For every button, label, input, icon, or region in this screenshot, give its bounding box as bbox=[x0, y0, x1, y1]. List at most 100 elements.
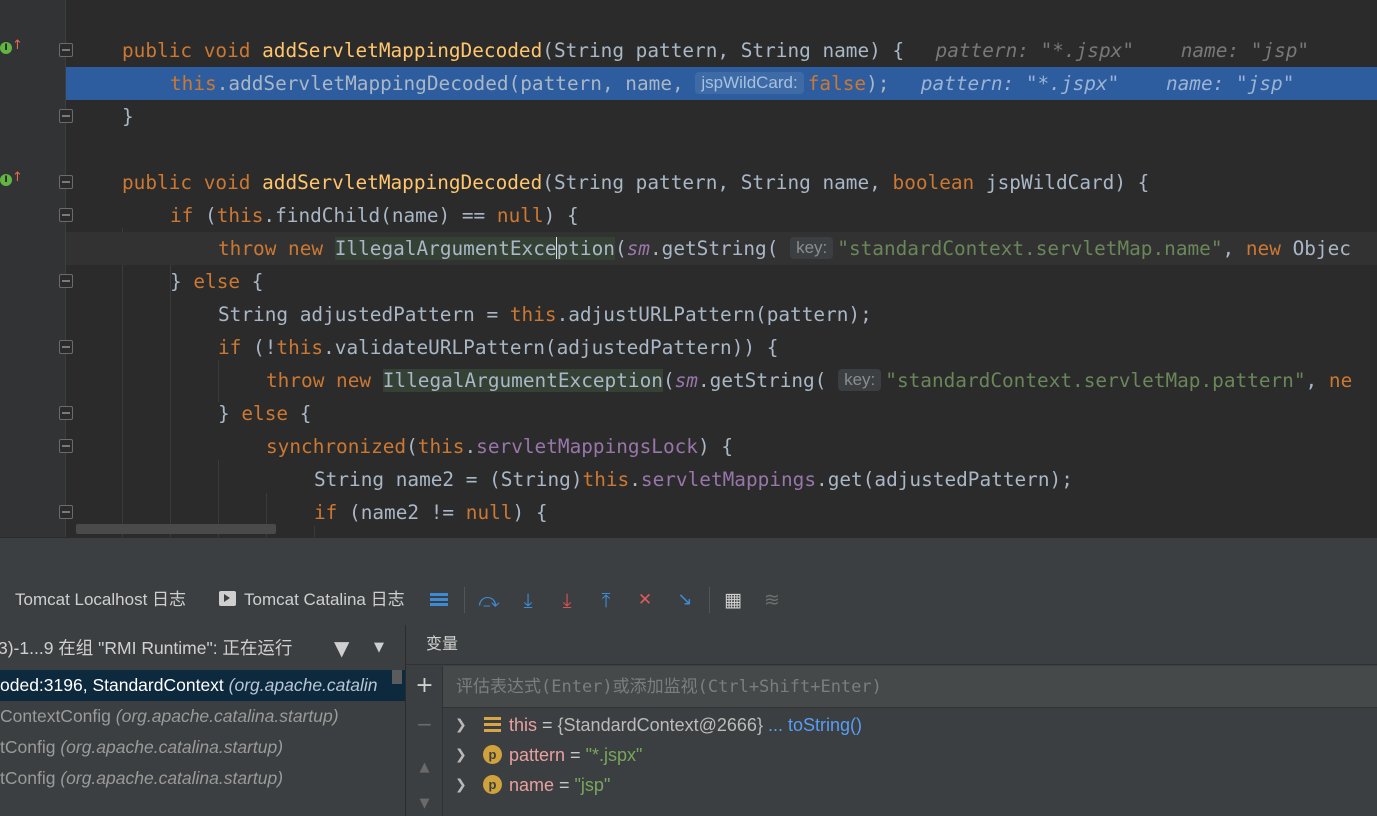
code-token: jspWildCard) { bbox=[985, 171, 1150, 194]
fold-marker-icon[interactable] bbox=[59, 109, 73, 123]
variable-eq: = bbox=[565, 745, 586, 765]
code-token: (! bbox=[253, 336, 277, 359]
variable-row[interactable]: ❯ this = {StandardContext@2666} ... toSt… bbox=[443, 710, 1377, 740]
inline-debug-value: pattern: "*.jspx" name: "jsp" bbox=[909, 72, 1295, 95]
remove-watch-icon[interactable]: − bbox=[406, 706, 443, 742]
code-token: ) { bbox=[543, 204, 579, 227]
code-line[interactable]: this.addServletMappingDecoded(pattern, n… bbox=[66, 67, 1377, 100]
evaluate-expression-icon[interactable]: ▦ bbox=[718, 585, 748, 615]
variable-name: pattern bbox=[509, 745, 566, 765]
chevron-right-icon[interactable]: ❯ bbox=[455, 770, 467, 800]
code-line[interactable] bbox=[0, 133, 1377, 166]
variable-name: this bbox=[509, 715, 538, 735]
thread-selector[interactable]: 3)-1...9 在组 "RMI Runtime": 正在运行 ▼ ▼ bbox=[0, 626, 405, 670]
variable-value: "*.jspx" bbox=[585, 745, 643, 765]
step-out-icon[interactable]: ⤒ bbox=[591, 585, 621, 615]
evaluate-expression-input[interactable] bbox=[443, 666, 1377, 708]
code-line[interactable]: } bbox=[0, 100, 1377, 133]
fields-icon bbox=[483, 715, 502, 734]
fold-marker-icon[interactable] bbox=[59, 208, 73, 222]
code-line[interactable]: String adjustedPattern = this.adjustURLP… bbox=[0, 298, 1377, 331]
code-editor[interactable]: public void addServletMappingDecoded(Str… bbox=[0, 0, 1377, 537]
stack-frame[interactable]: tConfig (org.apache.catalina.startup) bbox=[0, 732, 405, 763]
frames-scrollbar[interactable] bbox=[392, 670, 402, 684]
fold-marker-icon[interactable] bbox=[59, 406, 73, 420]
code-token: } bbox=[170, 270, 194, 293]
tab-tomcat-catalina-log[interactable]: Tomcat Catalina 日志 bbox=[219, 577, 405, 623]
drop-frame-icon[interactable]: ✕ bbox=[630, 585, 660, 615]
add-watch-icon[interactable]: + bbox=[406, 666, 443, 706]
variables-title: 变量 bbox=[426, 636, 459, 653]
tostring-link[interactable]: ... toString() bbox=[763, 715, 862, 735]
code-token: .validateURLPattern(adjustedPattern)) { bbox=[323, 336, 779, 359]
code-line[interactable]: String name2 = (String)this.servletMappi… bbox=[0, 463, 1377, 496]
code-token: ption bbox=[556, 237, 615, 260]
code-token: else bbox=[241, 402, 300, 425]
debug-tab-bar: Tomcat Localhost 日志 Tomcat Catalina 日志 ⤼… bbox=[0, 577, 1377, 623]
run-to-cursor-icon[interactable]: ↘ bbox=[670, 585, 700, 615]
chevron-down-icon[interactable]: ▼ bbox=[374, 626, 384, 670]
code-line[interactable]: } else { bbox=[0, 397, 1377, 430]
thread-label: 3)-1...9 在组 "RMI Runtime": 正在运行 bbox=[0, 638, 293, 658]
code-token: this bbox=[417, 435, 465, 458]
code-token: null bbox=[465, 501, 513, 524]
code-token: .adjustURLPattern(pattern); bbox=[556, 303, 872, 326]
code-token: ) { bbox=[512, 501, 548, 524]
parameter-hint: key: bbox=[790, 237, 834, 259]
code-token: String adjustedPattern = bbox=[218, 303, 510, 326]
code-token: "standardContext.servletMap.pattern" bbox=[885, 369, 1306, 392]
fold-marker-icon[interactable] bbox=[59, 439, 73, 453]
code-token: false bbox=[807, 72, 867, 95]
tab-label: Tomcat Localhost 日志 bbox=[15, 590, 187, 609]
code-token: if bbox=[314, 501, 350, 524]
code-token: String name2 = (String) bbox=[314, 468, 583, 491]
toolbar-separator bbox=[709, 587, 710, 613]
evaluate-expression-bar bbox=[443, 666, 1377, 708]
force-step-into-icon[interactable]: ⤓ bbox=[552, 585, 582, 615]
stack-frame[interactable]: tConfig (org.apache.catalina.startup) bbox=[0, 763, 405, 794]
show-execution-point-icon[interactable] bbox=[424, 585, 454, 615]
code-token: public void bbox=[122, 39, 263, 62]
code-token: . bbox=[629, 468, 641, 491]
debug-tool-window: Tomcat Localhost 日志 Tomcat Catalina 日志 ⤼… bbox=[0, 537, 1377, 816]
code-token: public void bbox=[122, 171, 263, 194]
fold-marker-icon[interactable] bbox=[59, 175, 73, 189]
horizontal-scrollbar[interactable] bbox=[76, 524, 276, 534]
chevron-right-icon[interactable]: ❯ bbox=[455, 740, 467, 770]
step-into-icon[interactable]: ⤓ bbox=[513, 585, 543, 615]
fold-marker-icon[interactable] bbox=[59, 43, 73, 57]
code-line[interactable]: } else { bbox=[0, 265, 1377, 298]
move-up-icon[interactable]: ▲ bbox=[406, 750, 443, 786]
code-line[interactable]: if (this.findChild(name) == null) { bbox=[0, 199, 1377, 232]
fold-marker-icon[interactable] bbox=[59, 340, 73, 354]
code-token: if bbox=[218, 336, 254, 359]
step-over-icon[interactable]: ⤼ bbox=[474, 585, 504, 615]
code-line[interactable]: if (!this.validateURLPattern(adjustedPat… bbox=[0, 331, 1377, 364]
code-token: null bbox=[496, 204, 544, 227]
frames-panel: 3)-1...9 在组 "RMI Runtime": 正在运行 ▼ ▼ oded… bbox=[0, 626, 405, 816]
trace-stream-icon[interactable]: ≋ bbox=[757, 585, 787, 615]
inline-debug-value: pattern: "*.jspx" name: "jsp" bbox=[935, 39, 1310, 62]
frame-method: tConfig bbox=[0, 737, 61, 757]
fold-marker-icon[interactable] bbox=[59, 505, 73, 519]
fold-marker-icon[interactable] bbox=[59, 274, 73, 288]
filter-icon[interactable]: ▼ bbox=[334, 626, 349, 670]
code-token: .getString( bbox=[649, 237, 791, 260]
code-line[interactable]: throw new IllegalArgumentException(sm.ge… bbox=[66, 232, 1377, 265]
code-token: IllegalArgumentException bbox=[382, 369, 663, 392]
code-line[interactable]: public void addServletMappingDecoded(Str… bbox=[0, 34, 1377, 67]
stack-frame[interactable]: ContextConfig (org.apache.catalina.start… bbox=[0, 701, 405, 732]
code-line[interactable]: synchronized(this.servletMappingsLock) { bbox=[0, 430, 1377, 463]
code-token: addServletMappingDecoded(pattern, name, bbox=[228, 72, 696, 95]
code-line[interactable]: throw new IllegalArgumentException(sm.ge… bbox=[0, 364, 1377, 397]
code-token: , bbox=[1222, 237, 1246, 260]
stack-frame[interactable]: oded:3196, StandardContext (org.apache.c… bbox=[0, 670, 405, 701]
move-down-icon[interactable]: ▼ bbox=[406, 786, 443, 816]
variable-row[interactable]: ❯ p pattern = "*.jspx" bbox=[443, 740, 1377, 770]
variable-name: name bbox=[509, 775, 555, 795]
variable-value: {StandardContext@2666} bbox=[557, 715, 763, 735]
tab-tomcat-localhost-log[interactable]: Tomcat Localhost 日志 bbox=[0, 577, 186, 623]
code-line[interactable]: public void addServletMappingDecoded(Str… bbox=[0, 166, 1377, 199]
variable-row[interactable]: ❯ p name = "jsp" bbox=[443, 770, 1377, 800]
chevron-right-icon[interactable]: ❯ bbox=[455, 710, 467, 740]
